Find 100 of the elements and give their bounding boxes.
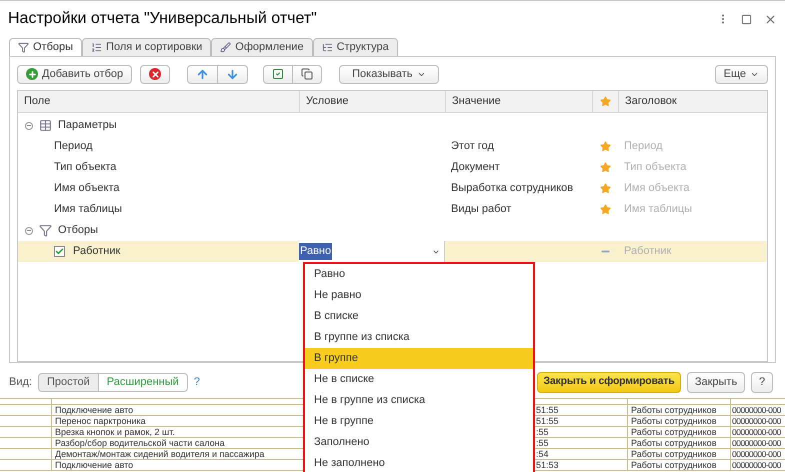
- more-menu-button[interactable]: Еще: [714, 64, 768, 84]
- view-mode-tab[interactable]: Расширенный: [98, 372, 188, 392]
- list-icon: [91, 42, 102, 53]
- report-cell: :54: [536, 449, 628, 459]
- table-cell-text: Работник: [73, 244, 120, 260]
- move-down-button[interactable]: [218, 64, 248, 84]
- star-icon[interactable]: [600, 183, 610, 194]
- table-cell: Выработка сотрудников: [451, 182, 574, 194]
- arrow-down-icon: [226, 68, 240, 80]
- report-cell: 00000000-000: [732, 449, 781, 459]
- tab[interactable]: Структура: [312, 38, 398, 57]
- table-cell-text: Имя таблицы: [54, 202, 122, 218]
- close-icon[interactable]: [764, 12, 777, 26]
- checkbox-icon: [272, 68, 284, 80]
- funnel-icon: [18, 42, 29, 53]
- column-header[interactable]: Условие: [299, 91, 445, 112]
- delete-button[interactable]: [140, 64, 170, 84]
- column-header[interactable]: Значение: [445, 91, 592, 112]
- dialog-button[interactable]: Закрыть: [687, 372, 745, 392]
- table-row[interactable]: Имя объекта Выработка сотрудников Имя объекта: [18, 178, 767, 199]
- table-row[interactable]: Имя таблицы Виды работ Имя таблицы: [18, 199, 767, 220]
- table-cell-text: Период: [623, 139, 664, 154]
- arrow-up-icon: [196, 68, 210, 80]
- group-label: Параметры: [58, 118, 117, 134]
- report-cell: Подключение авто: [55, 405, 134, 415]
- report-cell: Работы сотрудников: [628, 405, 731, 415]
- group-label: Отборы: [58, 223, 98, 238]
- dropdown-option[interactable]: Не в списке: [305, 369, 533, 390]
- table-cell-text: Имя объекта: [54, 181, 120, 196]
- star-icon[interactable]: [600, 204, 610, 215]
- table-cell-text: Работник: [623, 244, 672, 260]
- funnel-icon: [39, 224, 52, 237]
- tree-icon: [322, 42, 333, 53]
- table-cell-text: Период: [54, 139, 93, 154]
- report-cell: 00000000-000: [732, 405, 781, 415]
- condition-field[interactable]: Равно: [299, 243, 332, 260]
- table-cell-text: Имя объекта: [623, 181, 690, 196]
- move-up-button[interactable]: [187, 64, 218, 84]
- tab[interactable]: Оформление: [211, 38, 313, 57]
- report-cell: 51:55: [536, 405, 628, 415]
- help-link[interactable]: ?: [194, 374, 200, 390]
- add-filter-button[interactable]: Добавить отбор: [17, 64, 132, 84]
- report-cell: Работы сотрудников: [628, 449, 731, 459]
- dropdown-option[interactable]: В группе: [305, 348, 533, 369]
- check-all-button[interactable]: [263, 64, 294, 84]
- report-cell: 51:53: [536, 460, 628, 470]
- report-cell: 00000000-000: [732, 427, 781, 437]
- table-cell: Виды работ: [451, 203, 512, 216]
- collapse-icon[interactable]: [25, 122, 33, 130]
- checkbox[interactable]: [54, 246, 65, 257]
- show-menu-button[interactable]: Показывать: [339, 64, 439, 84]
- report-cell: :55: [536, 438, 628, 448]
- table-cell: Этот год: [451, 140, 494, 152]
- dropdown-option[interactable]: Не равно: [305, 285, 533, 306]
- dialog-button[interactable]: ?: [751, 372, 773, 392]
- dropdown-option[interactable]: Равно: [305, 264, 533, 285]
- tab[interactable]: Отборы: [9, 38, 82, 57]
- table-cell-text: Имя таблицы: [623, 202, 694, 218]
- star-icon: [600, 96, 611, 107]
- dropdown-option[interactable]: Не в группе: [305, 411, 533, 432]
- report-cell: Подключение авто: [55, 460, 134, 470]
- report-cell: Работы сотрудников: [628, 427, 731, 437]
- column-header[interactable]: Поле: [18, 93, 299, 110]
- collapse-icon[interactable]: [25, 226, 33, 234]
- table-row[interactable]: Работник Равно Работник: [18, 241, 767, 262]
- report-cell: 00000000-000: [732, 460, 781, 470]
- report-cell: Работы сотрудников: [628, 416, 731, 426]
- dropdown-option[interactable]: В группе из списка: [305, 327, 533, 348]
- window-title: Настройки отчета "Универсальный отчет": [8, 9, 317, 29]
- plus-icon: [26, 68, 38, 80]
- view-label: Вид:: [9, 374, 32, 390]
- report-cell: 00000000-000: [732, 416, 781, 426]
- generate-button[interactable]: Закрыть и сформировать: [537, 372, 681, 392]
- table-cell-text: Тип объекта: [54, 160, 116, 176]
- tab[interactable]: Поля и сортировки: [82, 38, 212, 57]
- maximize-icon[interactable]: [741, 14, 752, 24]
- report-cell: Врезка кнопок и рамок, 2 шт.: [55, 427, 175, 437]
- report-cell: 51:55: [536, 416, 628, 426]
- table-row[interactable]: Тип объекта Документ Тип объекта: [18, 157, 767, 178]
- copy-icon: [301, 68, 314, 80]
- table-cell: Документ: [451, 161, 500, 174]
- uncheck-all-button[interactable]: [293, 64, 322, 84]
- report-cell: Работы сотрудников: [628, 460, 731, 470]
- column-header[interactable]: Заголовок: [618, 91, 767, 112]
- delete-icon: [149, 68, 162, 80]
- table-icon: [39, 119, 52, 132]
- star-icon[interactable]: [600, 162, 610, 173]
- brush-icon: [220, 42, 232, 53]
- report-cell: Перенос парктроника: [55, 416, 146, 426]
- report-cell: :55: [536, 427, 628, 437]
- report-cell: Разбор/сбор водительской части салона: [55, 438, 225, 448]
- dropdown-option[interactable]: Заполнено: [305, 432, 533, 453]
- dropdown-option[interactable]: Не заполнено: [305, 453, 533, 472]
- dropdown-option[interactable]: В списке: [305, 306, 533, 327]
- report-cell: Демонтаж/монтаж сидений водителя и пассажира: [55, 449, 264, 459]
- table-row[interactable]: Период Этот год Период: [18, 136, 767, 157]
- report-cell: Работы сотрудников: [628, 438, 731, 448]
- view-mode-tab[interactable]: Простой: [38, 372, 99, 392]
- dropdown-option[interactable]: Не в группе из списка: [305, 390, 533, 411]
- star-icon[interactable]: [600, 141, 610, 152]
